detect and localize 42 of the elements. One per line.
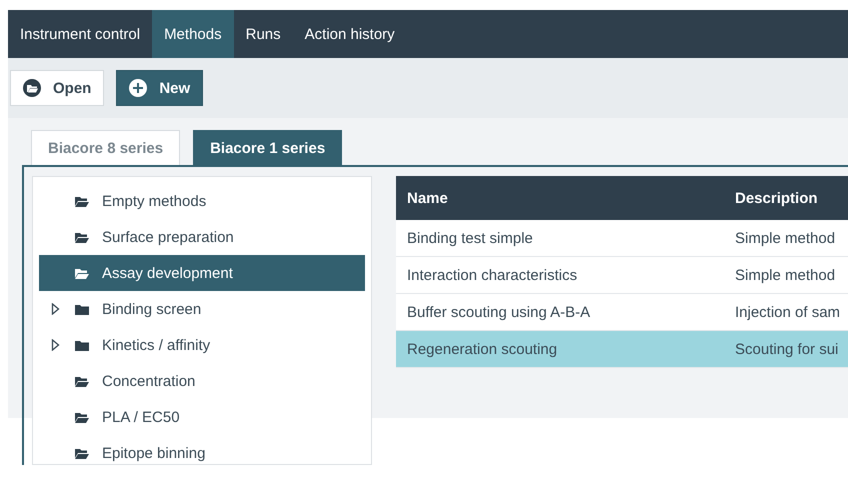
open-folder-icon: [75, 447, 89, 459]
open-button[interactable]: Open: [10, 70, 104, 106]
column-header: Name: [406, 190, 449, 206]
nav-tab[interactable]: Methods: [152, 10, 234, 58]
open-folder-icon: [75, 231, 89, 243]
table-row[interactable]: Interaction characteristics Simple method: [396, 257, 848, 294]
table-cell-text: Binding test simple: [406, 230, 534, 246]
plus-icon: [129, 79, 148, 97]
table-row[interactable]: Regeneration scouting Scouting for sui: [396, 331, 848, 368]
table-cell-text: Simple method: [734, 230, 836, 246]
new-button[interactable]: New: [116, 70, 204, 106]
series-tab[interactable]: Biacore 8 series: [31, 130, 180, 165]
table-cell-text: Buffer scouting using A-B-A: [406, 304, 592, 320]
tree-item[interactable]: PLA / EC50: [39, 399, 365, 435]
column-header: Description: [734, 190, 819, 206]
tree-item[interactable]: Empty methods: [39, 183, 365, 219]
open-folder-icon: [75, 195, 89, 207]
tree-item[interactable]: Kinetics / affinity: [39, 327, 365, 363]
table-row[interactable]: Binding test simple Simple method: [396, 220, 848, 257]
tree-item[interactable]: Concentration: [39, 363, 365, 399]
expand-caret-icon: [51, 339, 60, 351]
expand-caret-icon: [51, 303, 60, 315]
open-folder-icon: [75, 411, 89, 423]
tree-item[interactable]: Binding screen: [39, 291, 365, 327]
table-row[interactable]: Buffer scouting using A-B-A Injection of sam: [396, 294, 848, 331]
folder-icon: [23, 79, 41, 97]
tree-item[interactable]: Surface preparation: [39, 219, 365, 255]
table-cell-text: Scouting for sui: [734, 340, 840, 358]
tree-item[interactable]: Assay development: [39, 255, 365, 291]
folder-icon: [75, 303, 89, 315]
tree-item[interactable]: Epitope binning: [39, 435, 365, 471]
folder-icon: [75, 339, 89, 351]
series-tab[interactable]: Biacore 1 series: [193, 130, 342, 165]
table-cell-text: Injection of sam: [734, 304, 842, 320]
table-cell-text: Interaction characteristics: [406, 266, 578, 284]
open-folder-icon: [75, 375, 89, 387]
nav-tab[interactable]: Instrument control: [8, 10, 152, 58]
nav-tab[interactable]: Runs: [234, 10, 293, 58]
nav-tab[interactable]: Action history: [292, 10, 407, 58]
table-cell-text: Regeneration scouting: [406, 340, 558, 358]
table-cell-text: Simple method: [734, 266, 836, 284]
open-folder-icon: [75, 267, 89, 279]
